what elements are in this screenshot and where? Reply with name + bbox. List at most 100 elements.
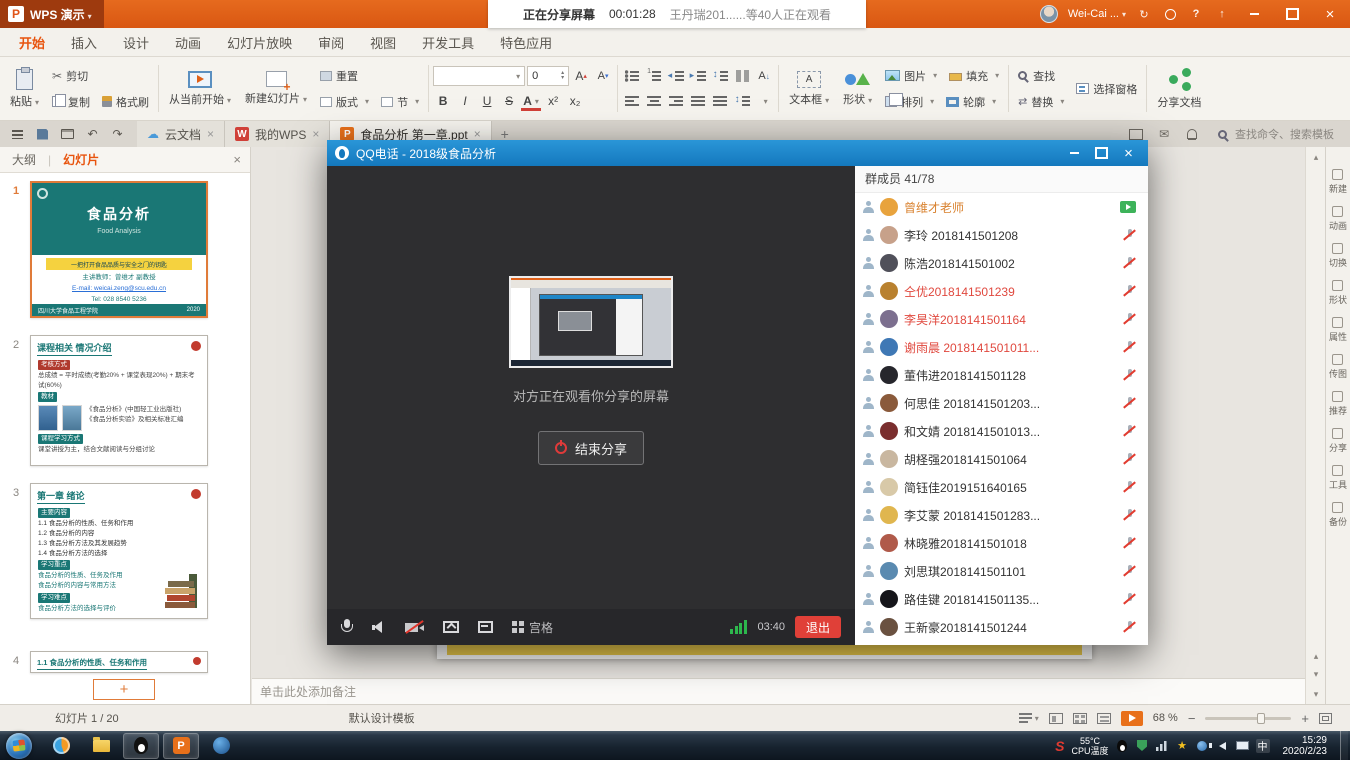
show-desktop-button[interactable] [1340, 731, 1348, 760]
rail-item-new[interactable]: 新建 [1329, 169, 1347, 195]
minimize-button[interactable] [1240, 4, 1268, 24]
italic-button[interactable]: I [455, 91, 475, 111]
close-tab-icon[interactable] [474, 127, 481, 141]
feedback-icon[interactable] [1214, 6, 1230, 22]
tab-home[interactable]: 开始 [6, 27, 58, 58]
close-panel-icon[interactable] [233, 152, 250, 167]
tab-design[interactable]: 设计 [110, 27, 162, 58]
tab-review[interactable]: 审阅 [305, 27, 357, 58]
copy-button[interactable]: 复制 [47, 91, 95, 112]
selection-pane-button[interactable]: 选择窗格 [1071, 78, 1142, 99]
account-avatar[interactable] [1040, 5, 1058, 23]
underline-button[interactable]: U [477, 91, 497, 111]
fill-button[interactable]: 填充 [944, 65, 1004, 86]
arrange-button[interactable]: 排列 [880, 91, 939, 112]
save-icon[interactable] [35, 127, 50, 142]
font-color-button[interactable]: A [521, 94, 541, 111]
numbering-button[interactable] [644, 66, 664, 86]
align-left-button[interactable] [622, 91, 642, 111]
qq-minimize-button[interactable] [1061, 144, 1088, 163]
exit-call-button[interactable]: 退出 [795, 616, 841, 638]
slide-thumbnail-4[interactable]: 1.1 食品分析的性质、任务和作用 [30, 651, 208, 673]
add-slide-button[interactable] [93, 679, 155, 700]
share-document-button[interactable]: 分享文档 [1151, 66, 1207, 112]
paste-button[interactable]: 粘贴 [4, 67, 45, 111]
strikethrough-button[interactable]: S [499, 91, 519, 111]
member-row[interactable]: 林晓雅2018141501018 [855, 529, 1148, 557]
keyboard-icon[interactable] [1236, 739, 1249, 752]
font-size-spinner[interactable] [561, 71, 564, 81]
member-row[interactable]: 胡柽强2018141501064 [855, 445, 1148, 473]
rail-item-properties[interactable]: 属性 [1329, 317, 1347, 343]
microphone-button[interactable] [341, 619, 353, 635]
zoom-slider-handle[interactable] [1257, 713, 1265, 724]
favorites-tray-icon[interactable] [1176, 739, 1189, 752]
member-row[interactable]: 和文婧 2018141501013... [855, 417, 1148, 445]
zoom-slider[interactable] [1205, 717, 1291, 720]
doc-tab-cloud[interactable]: 云文档 [137, 121, 225, 147]
picture-button[interactable]: 图片 [880, 65, 942, 86]
member-row[interactable]: 仝优2018141501239 [855, 277, 1148, 305]
find-button[interactable]: 查找 [1013, 65, 1069, 86]
end-share-button[interactable]: 结束分享 [538, 431, 644, 465]
close-button[interactable] [1316, 4, 1344, 24]
member-row[interactable]: 简钰佳2019151640165 [855, 473, 1148, 501]
rail-item-upload[interactable]: 传图 [1329, 354, 1347, 380]
previous-slide-icon[interactable] [1306, 648, 1326, 664]
qq-close-button[interactable] [1115, 144, 1142, 163]
cpu-temperature[interactable]: 55°C CPU温度 [1071, 736, 1108, 756]
play-from-current-button[interactable]: 从当前开始 [163, 69, 237, 109]
doc-tab-mywps[interactable]: W 我的WPS [225, 121, 330, 147]
shrink-font-button[interactable] [593, 66, 613, 86]
undo-icon[interactable] [85, 127, 100, 142]
network-signal-icon[interactable] [1156, 739, 1169, 752]
taskbar-item-qq[interactable] [123, 733, 159, 759]
member-row[interactable]: 李昊洋2018141501164 [855, 305, 1148, 333]
fit-to-window-button[interactable] [1319, 713, 1332, 724]
sogou-tray-icon[interactable]: S [1055, 738, 1064, 754]
normal-view-button[interactable] [1049, 713, 1063, 724]
bullets-button[interactable] [622, 66, 642, 86]
share-screen-button[interactable] [443, 621, 459, 633]
member-row[interactable]: 李玲 2018141501208 [855, 221, 1148, 249]
slide-thumbnail-3[interactable]: 第一章 绪论 主要内容 1.1 食品分析的性质、任务和作用 1.2 食品分析的内… [30, 483, 208, 619]
input-method-indicator[interactable]: 中 [1256, 739, 1270, 753]
new-slide-button[interactable]: 新建幻灯片 [239, 69, 313, 108]
taskbar-item-browser[interactable] [43, 733, 79, 759]
text-direction-button[interactable] [754, 66, 774, 86]
start-button[interactable] [6, 733, 32, 759]
member-row[interactable]: 王新豪2018141501244 [855, 613, 1148, 641]
member-row[interactable]: 曾维才老师 [855, 193, 1148, 221]
member-row[interactable]: 刘思琪2018141501101 [855, 557, 1148, 585]
section-button[interactable]: 节 [376, 91, 424, 112]
member-row[interactable]: 陈浩2018141501002 [855, 249, 1148, 277]
taskbar-item-wps[interactable]: P [163, 733, 199, 759]
slide-sorter-button[interactable] [1073, 713, 1087, 724]
bold-button[interactable]: B [433, 91, 453, 111]
close-tab-icon[interactable] [312, 127, 319, 141]
tab-view[interactable]: 视图 [357, 27, 409, 58]
rail-item-share[interactable]: 分享 [1329, 428, 1347, 454]
paragraph-more-button[interactable] [754, 91, 774, 111]
justify-button[interactable] [688, 91, 708, 111]
taskbar-item-ie[interactable] [203, 733, 239, 759]
wps-app-menu[interactable]: P WPS 演示 [0, 0, 104, 28]
cut-button[interactable]: 剪切 [47, 65, 154, 86]
design-template-label[interactable]: 默认设计模板 [349, 710, 415, 726]
grow-font-button[interactable] [571, 66, 591, 86]
sync-icon[interactable] [1136, 6, 1152, 22]
align-right-button[interactable] [666, 91, 686, 111]
slide-thumbnail-2[interactable]: 课程相关 情况介绍 考核方式 总成绩 = 平时成绩(考勤20% + 课堂表现20… [30, 335, 208, 466]
format-painter-button[interactable]: 格式刷 [97, 91, 154, 112]
member-row[interactable]: 谢雨晨 2018141501011... [855, 333, 1148, 361]
security-tray-icon[interactable] [1136, 739, 1149, 752]
rail-item-backup[interactable]: 备份 [1329, 502, 1347, 528]
tab-outline[interactable]: 大纲 [0, 151, 48, 168]
columns-button[interactable] [732, 66, 752, 86]
zoom-in-button[interactable] [1301, 711, 1309, 726]
line-spacing-button[interactable] [710, 66, 730, 86]
tab-slides[interactable]: 幻灯片 [51, 151, 111, 168]
tab-special-apps[interactable]: 特色应用 [487, 27, 565, 58]
reset-button[interactable]: 重置 [315, 65, 424, 86]
vertical-spacing-button[interactable] [732, 91, 752, 111]
